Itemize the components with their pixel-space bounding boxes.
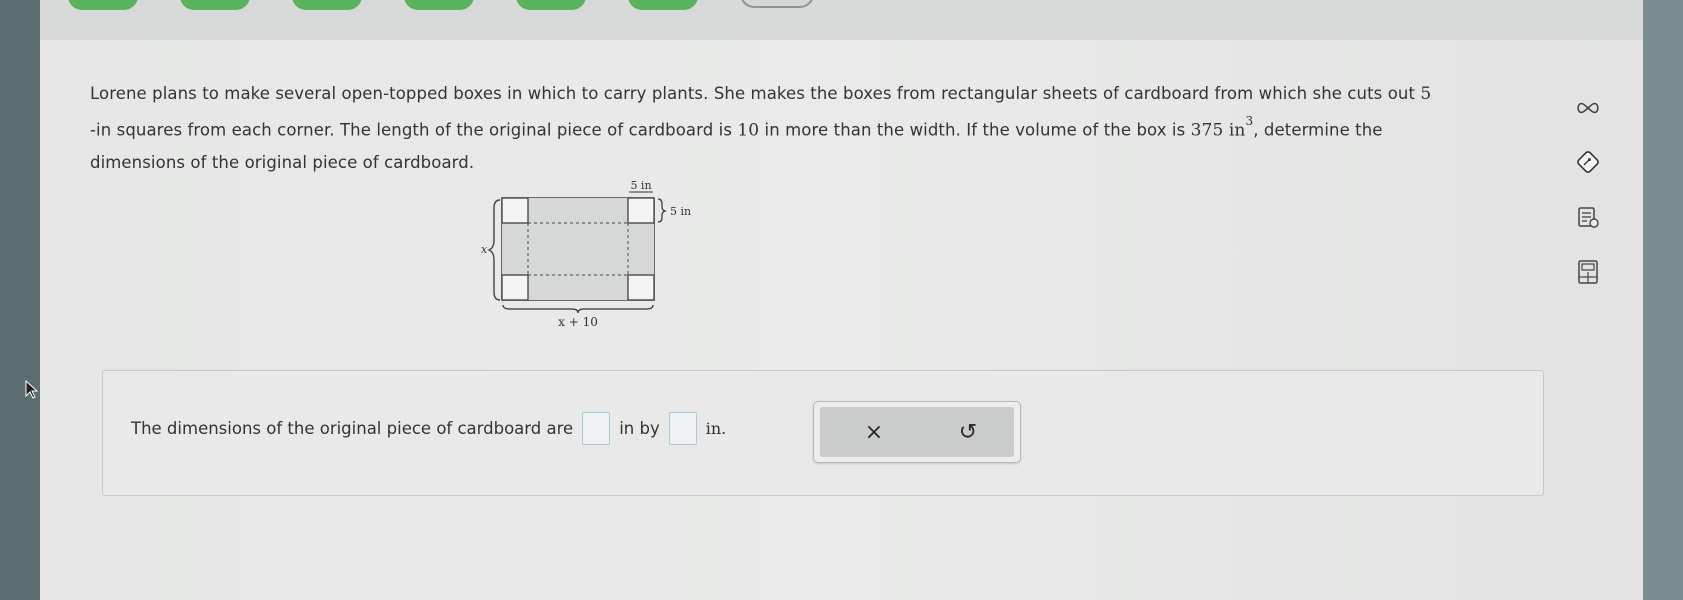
monitor-bezel-right	[1643, 0, 1683, 600]
notes-tool[interactable]	[1570, 200, 1606, 236]
edit-tool[interactable]	[1570, 144, 1606, 180]
question-line: Lorene plans to make several open-topped…	[90, 78, 1540, 110]
flap-top	[528, 198, 628, 223]
corner-square	[501, 197, 529, 224]
cardboard-diagram: 5 in 5 in x x + 10	[460, 178, 720, 390]
answer-prefix: The dimensions of the original piece of …	[131, 419, 574, 438]
side-dimension-label: 5 in	[670, 205, 691, 218]
box-base	[528, 223, 628, 275]
bottom-brace	[502, 304, 654, 314]
flap-bottom	[528, 275, 628, 300]
right-brace	[657, 198, 667, 223]
math-number: 10	[737, 120, 760, 141]
infinity-tool[interactable]	[1570, 90, 1606, 126]
math-exponent: 3	[1245, 114, 1254, 128]
screen: Lorene plans to make several open-topped…	[25, 0, 1643, 600]
progress-step-current[interactable]	[740, 0, 814, 8]
progress-step[interactable]	[292, 0, 362, 10]
question-area: Lorene plans to make several open-topped…	[25, 40, 1643, 600]
answer-unit-end: in.	[705, 419, 727, 438]
left-brace	[487, 199, 501, 301]
infinity-icon	[1577, 102, 1599, 114]
progress-step[interactable]	[628, 0, 698, 10]
length-answer-input[interactable]	[668, 412, 697, 445]
question-text-part: Lorene plans to make several open-topped…	[90, 84, 1421, 103]
undo-button[interactable]: ↺	[938, 407, 998, 457]
progress-step[interactable]	[180, 0, 250, 10]
calculator-tool[interactable]	[1570, 254, 1606, 290]
question-text: Lorene plans to make several open-topped…	[90, 78, 1540, 178]
side-toolbar	[1560, 80, 1620, 380]
flap-left	[502, 223, 528, 275]
question-line: dimensions of the original piece of card…	[90, 147, 1540, 178]
corner-square	[627, 197, 655, 224]
flap-right	[628, 223, 654, 275]
monitor-bezel-left	[0, 0, 40, 600]
question-text-part: -in squares from each corner. The length…	[90, 120, 738, 140]
length-label: x + 10	[558, 315, 598, 329]
progress-bar	[40, 0, 1643, 40]
answer-sentence: The dimensions of the original piece of …	[131, 412, 726, 445]
answer-tools-inner: × ↺	[820, 407, 1014, 457]
progress-step[interactable]	[404, 0, 474, 10]
calculator-icon	[1578, 260, 1598, 284]
corner-square	[627, 274, 655, 301]
math-volume: 375 in	[1190, 120, 1246, 141]
mouse-cursor	[24, 379, 40, 404]
question-text-part: in more than the width. If the volume of…	[759, 120, 1191, 140]
math-number: 5	[1420, 84, 1432, 104]
clear-button[interactable]: ×	[844, 407, 904, 457]
edit-diamond-icon	[1577, 151, 1599, 173]
cursor-arrow-icon	[25, 379, 39, 399]
progress-step[interactable]	[68, 0, 138, 10]
progress-step[interactable]	[516, 0, 586, 10]
answer-area: The dimensions of the original piece of …	[102, 370, 1544, 496]
top-dimension-label: 5 in	[630, 179, 651, 192]
question-line: -in squares from each corner. The length…	[90, 110, 1540, 147]
answer-tools: × ↺	[813, 401, 1021, 463]
width-answer-input[interactable]	[582, 412, 611, 445]
notes-icon	[1578, 207, 1599, 228]
cardboard-diagram-svg: 5 in 5 in x x + 10	[481, 179, 691, 329]
answer-unit-by: in by	[619, 419, 660, 438]
question-text-part: , determine the	[1253, 120, 1383, 140]
corner-square	[501, 274, 529, 301]
question-text-part: dimensions of the original piece of card…	[90, 152, 475, 172]
width-label: x	[481, 243, 488, 256]
